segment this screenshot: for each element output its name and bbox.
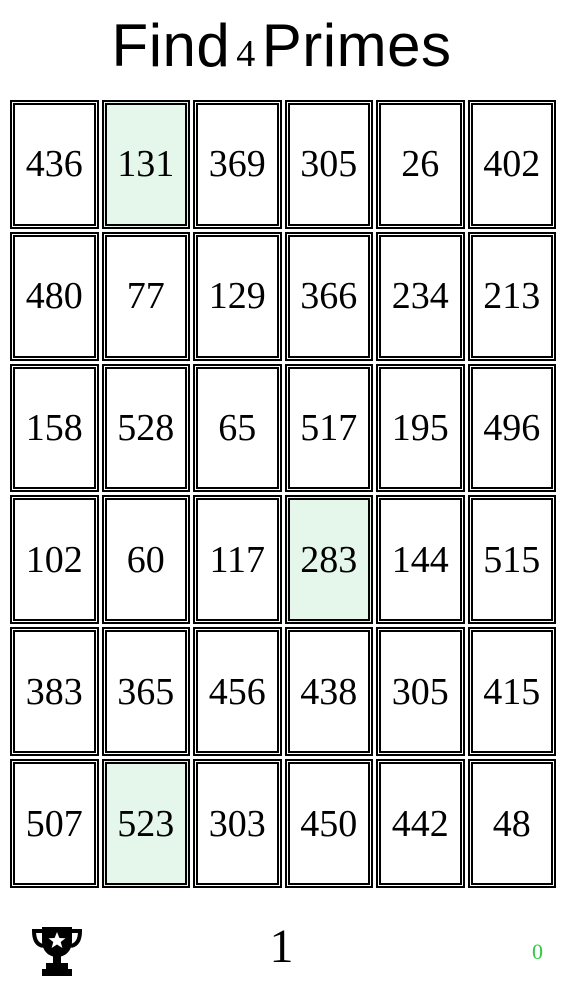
grid-cell[interactable]: 60 xyxy=(101,495,190,625)
grid-cell[interactable]: 283 xyxy=(284,495,373,625)
grid-cell[interactable]: 450 xyxy=(284,759,373,888)
score-counter: 0 xyxy=(532,939,543,964)
grid-cell[interactable]: 26 xyxy=(376,100,465,229)
grid-cell[interactable]: 517 xyxy=(284,363,373,493)
grid-cell[interactable]: 305 xyxy=(376,627,465,757)
grid-cell[interactable]: 507 xyxy=(10,759,99,888)
grid-cell[interactable]: 366 xyxy=(284,231,373,361)
grid-cell[interactable]: 48 xyxy=(467,759,556,888)
grid-cell[interactable]: 131 xyxy=(101,100,190,229)
grid-cell[interactable]: 234 xyxy=(376,231,465,361)
title-prefix: Find xyxy=(111,12,231,79)
number-grid: 436 131 369 305 26 402 480 77 129 366 234 213 158 528… xyxy=(10,100,556,888)
grid-cell[interactable]: 195 xyxy=(376,363,465,493)
grid-cell[interactable]: 65 xyxy=(193,363,282,493)
grid-cell[interactable]: 402 xyxy=(467,100,556,229)
grid-cell[interactable]: 365 xyxy=(101,627,190,757)
grid-cell[interactable]: 480 xyxy=(10,231,99,361)
level-number: 1 xyxy=(269,920,294,973)
grid-cell[interactable]: 117 xyxy=(193,495,282,625)
grid-cell[interactable]: 438 xyxy=(284,627,373,757)
page-title: Find 4 Primes xyxy=(0,8,563,92)
grid-cell[interactable]: 456 xyxy=(193,627,282,757)
grid-cell[interactable]: 436 xyxy=(10,100,99,229)
grid-cell[interactable]: 415 xyxy=(467,627,556,757)
grid-cell[interactable]: 144 xyxy=(376,495,465,625)
footer-bar: 1 0 xyxy=(0,915,563,985)
grid-cell[interactable]: 528 xyxy=(101,363,190,493)
grid-cell[interactable]: 77 xyxy=(101,231,190,361)
grid-cell[interactable]: 213 xyxy=(467,231,556,361)
grid-cell[interactable]: 305 xyxy=(284,100,373,229)
grid-cell[interactable]: 496 xyxy=(467,363,556,493)
grid-cell[interactable]: 515 xyxy=(467,495,556,625)
grid-cell[interactable]: 442 xyxy=(376,759,465,888)
grid-cell[interactable]: 369 xyxy=(193,100,282,229)
grid-cell[interactable]: 129 xyxy=(193,231,282,361)
grid-cell[interactable]: 303 xyxy=(193,759,282,888)
grid-cell[interactable]: 102 xyxy=(10,495,99,625)
grid-cell[interactable]: 383 xyxy=(10,627,99,757)
grid-cell[interactable]: 523 xyxy=(101,759,190,888)
grid-cell[interactable]: 158 xyxy=(10,363,99,493)
target-count: 4 xyxy=(236,33,256,75)
title-suffix: Primes xyxy=(261,12,452,79)
